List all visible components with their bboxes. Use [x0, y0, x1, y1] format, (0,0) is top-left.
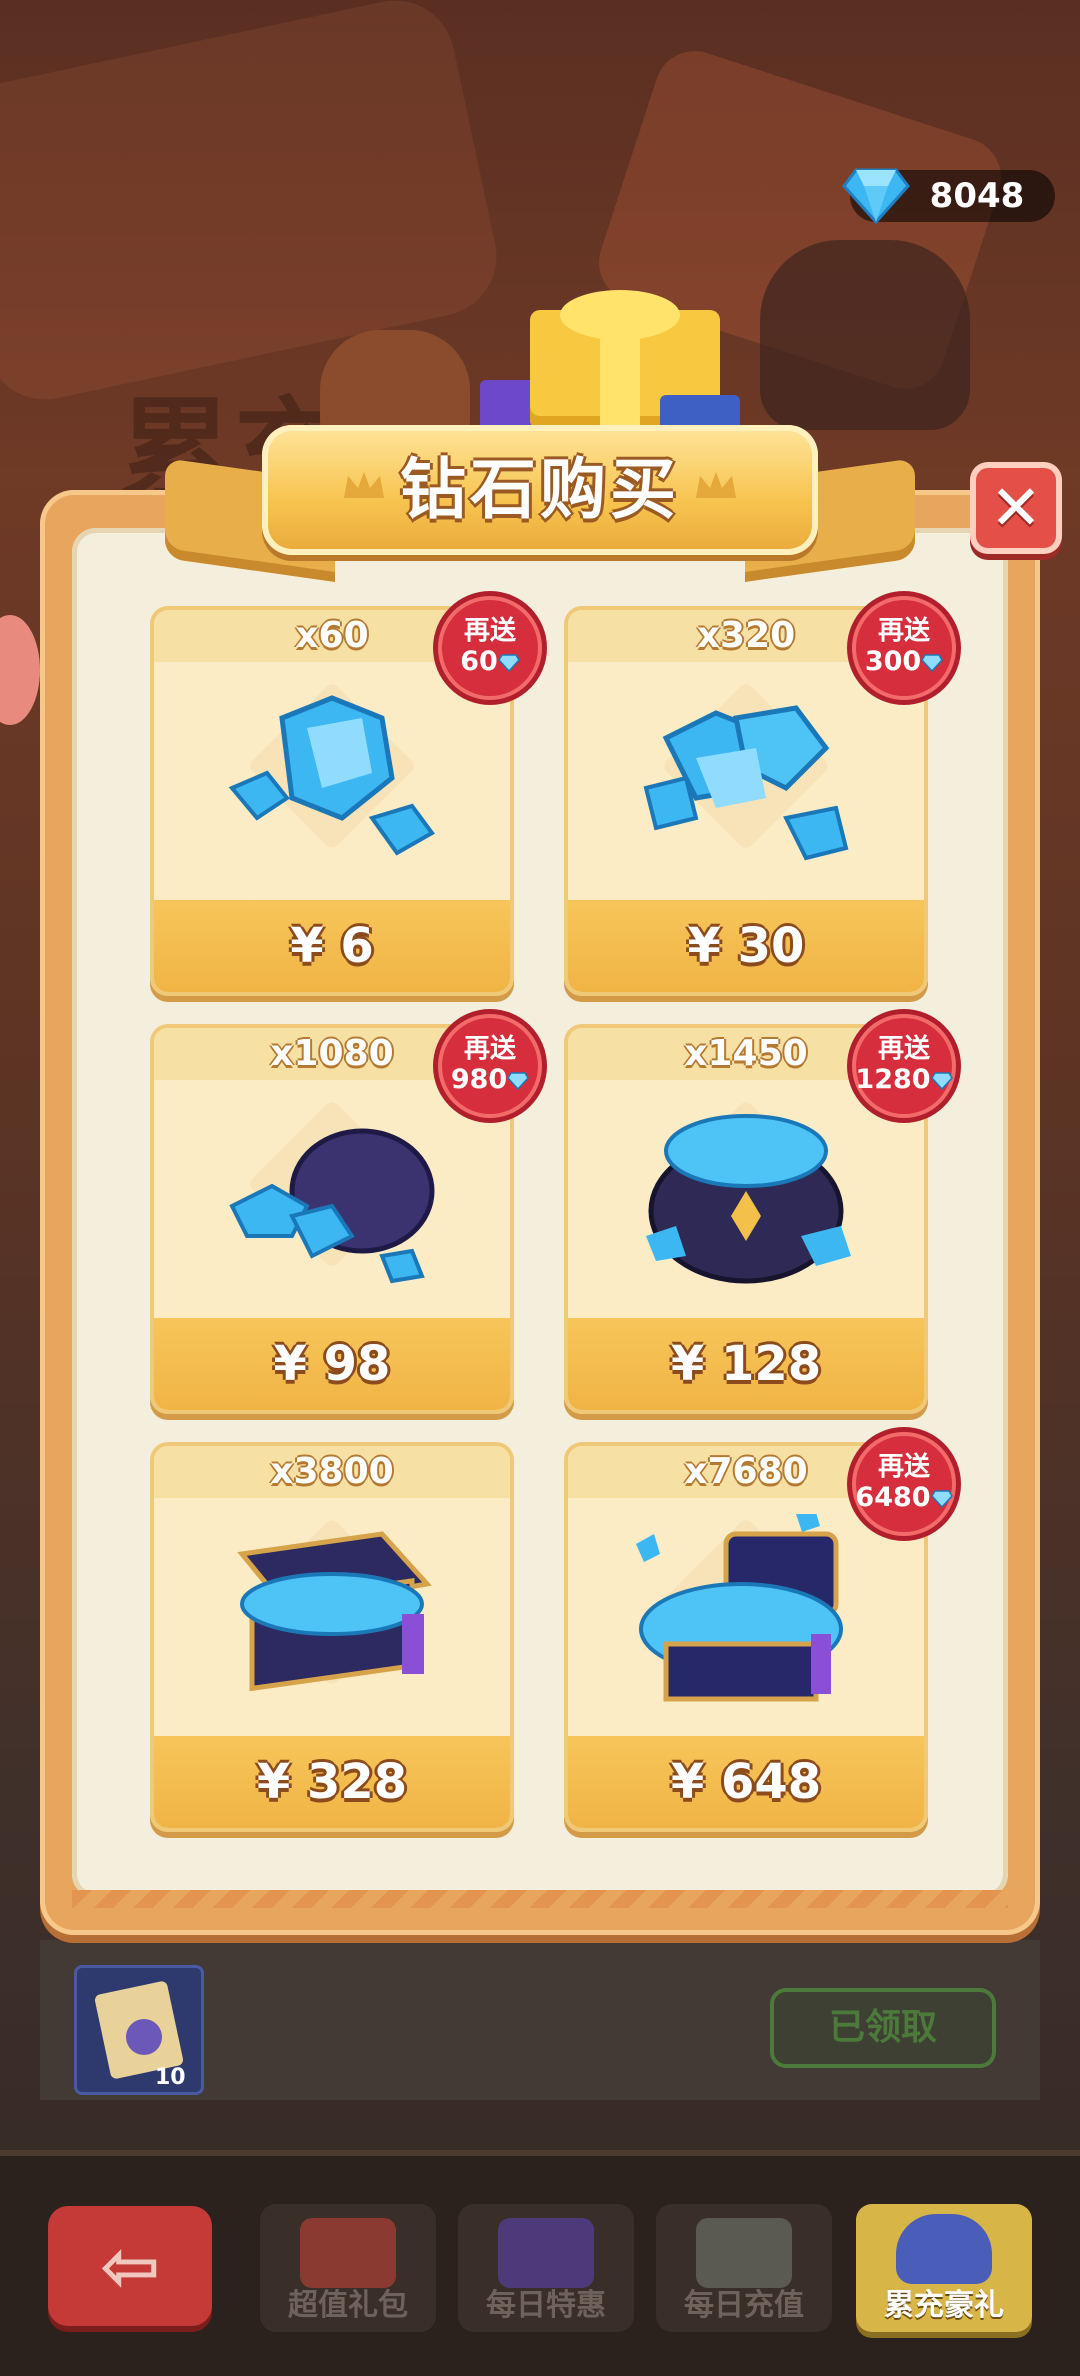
popup-title: 钻石购买 — [400, 451, 680, 528]
diamond-icon — [507, 1071, 530, 1090]
product-card[interactable]: x3800 ¥ 328 — [150, 1442, 514, 1832]
gem-pile-icon — [643, 705, 849, 861]
product-card[interactable]: x320 ¥ 30 再送 300 — [564, 596, 956, 996]
tab-daily-deals-label: 每日特惠 — [486, 2288, 606, 2323]
bonus-line: 6480 — [852, 1482, 956, 1513]
gem-bag-icon — [896, 2214, 992, 2284]
diamond-count: 8048 — [929, 176, 1025, 216]
bonus-badge: 再送 60 — [438, 596, 542, 700]
diamond-icon — [921, 653, 944, 672]
bonus-amount: 6480 — [855, 1482, 931, 1513]
bonus-badge: 再送 6480 — [852, 1432, 956, 1536]
bonus-badge: 再送 300 — [852, 596, 956, 700]
bonus-badge: 再送 980 — [438, 1014, 542, 1118]
small-gems-icon — [228, 695, 435, 856]
tab-cumulative-rewards-label: 累充豪礼 — [884, 2288, 1004, 2323]
diamond-icon — [842, 168, 910, 225]
diamond-counter: 8048 — [842, 168, 1055, 225]
gem-chest-icon — [237, 1531, 432, 1692]
diamond-icon — [497, 653, 520, 672]
product-quantity: x3800 — [270, 1451, 394, 1492]
product-card[interactable]: x7680 ¥ 648 再送 6480 — [564, 1432, 956, 1832]
bonus-amount: 980 — [450, 1064, 508, 1095]
bonus-label: 再送 — [877, 1034, 930, 1064]
gift-clock-icon — [498, 2218, 594, 2288]
product-price: ¥ 648 — [670, 1754, 822, 1810]
gem-sack-icon — [646, 1114, 851, 1284]
product-price: ¥ 30 — [687, 918, 805, 974]
close-icon: ✕ — [990, 471, 1042, 544]
bonus-line: 300 — [852, 646, 956, 677]
product-card[interactable]: x1080 ¥ 98 再送 980 — [150, 1014, 542, 1414]
gem-pouch-icon — [229, 1128, 435, 1284]
product-price: ¥ 98 — [273, 1336, 391, 1392]
bonus-badge: 再送 1280 — [852, 1014, 956, 1118]
diamond-icon — [930, 1071, 953, 1090]
background-character — [760, 240, 970, 430]
product-card[interactable]: x1450 ¥ 128 再送 1280 — [564, 1014, 956, 1414]
tab-value-packs-label: 超值礼包 — [288, 2288, 408, 2323]
bonus-line: 60 — [438, 646, 542, 677]
bonus-label: 再送 — [463, 1034, 516, 1064]
bonus-line: 1280 — [852, 1064, 956, 1095]
product-card[interactable]: x60 ¥ 6 再送 60 — [150, 596, 542, 996]
bonus-amount: 300 — [864, 646, 922, 677]
product-price: ¥ 6 — [290, 918, 374, 974]
bonus-label: 再送 — [463, 616, 516, 646]
close-button[interactable]: ✕ — [970, 462, 1062, 554]
bonus-line: 980 — [438, 1064, 542, 1095]
bonus-amount: 60 — [460, 646, 498, 677]
bonus-amount: 1280 — [855, 1064, 931, 1095]
claimed-label: 已领取 — [828, 2007, 937, 2048]
reward-item-count: 10 — [155, 2065, 186, 2090]
gift-icon — [300, 2218, 396, 2288]
bonus-label: 再送 — [877, 616, 930, 646]
gift-bow-decoration — [560, 290, 680, 340]
treasure-chest-icon — [636, 1514, 843, 1702]
product-price: ¥ 328 — [256, 1754, 408, 1810]
tab-daily-recharge-label: 每日充值 — [684, 2288, 804, 2323]
back-arrow-icon: ⇦ — [99, 2224, 161, 2308]
popup-bottom-trim — [72, 1890, 1008, 1908]
calendar-icon — [696, 2218, 792, 2288]
product-price: ¥ 128 — [670, 1336, 822, 1392]
diamond-icon — [930, 1489, 953, 1508]
bonus-label: 再送 — [877, 1452, 930, 1482]
